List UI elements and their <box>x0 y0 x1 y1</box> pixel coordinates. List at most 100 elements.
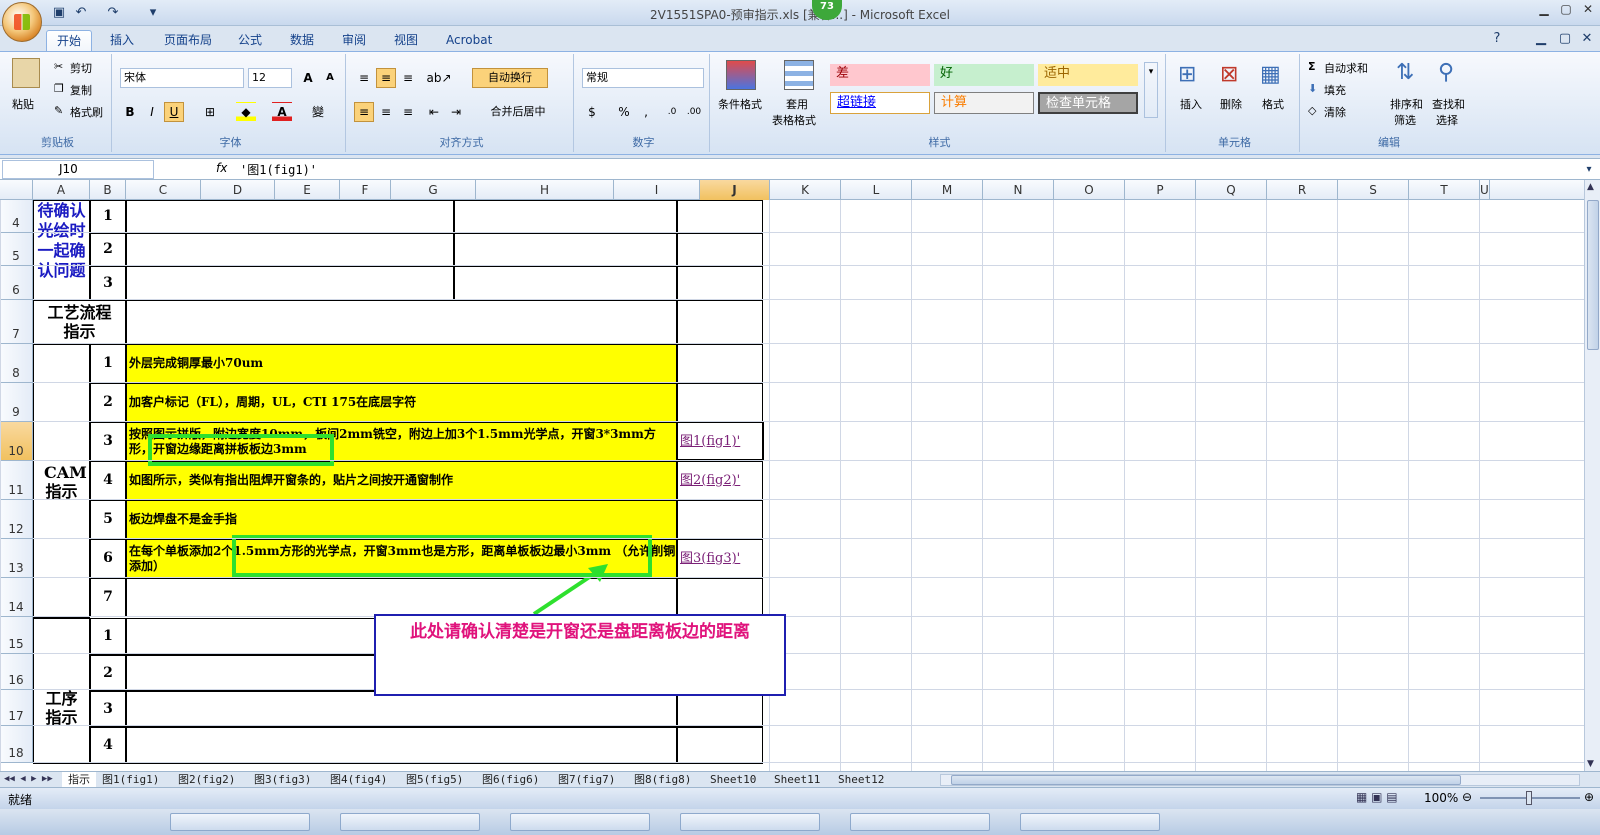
fill-icon[interactable]: ⬇ <box>1308 82 1317 95</box>
cam-num-1[interactable]: 1 <box>90 344 126 383</box>
pending-cell-3a[interactable] <box>126 266 454 300</box>
row-header-15[interactable]: 15 <box>0 617 33 654</box>
format-as-table-icon[interactable] <box>784 60 814 90</box>
vertical-scrollbar[interactable]: ▲ ▼ <box>1584 180 1600 771</box>
pending-cell-3b[interactable] <box>454 266 677 300</box>
proc-num-4[interactable]: 4 <box>90 727 126 764</box>
cam-link-6[interactable]: 图3(fig3)' <box>677 539 763 578</box>
sheet-tab-0[interactable]: 指示 <box>62 772 96 788</box>
column-header-g[interactable]: G <box>391 180 476 200</box>
vertical-scroll-thumb[interactable] <box>1587 200 1599 350</box>
column-header-o[interactable]: O <box>1054 180 1125 200</box>
undo-icon[interactable]: ↶ <box>72 4 90 22</box>
grow-font-icon[interactable]: A <box>298 68 318 88</box>
underline-button[interactable]: U <box>164 102 184 122</box>
pending-cell-2b[interactable] <box>454 233 677 266</box>
taskbar-item-6[interactable] <box>1020 813 1160 831</box>
tab-page-layout[interactable]: 页面布局 <box>154 30 222 51</box>
column-header-m[interactable]: M <box>912 180 983 200</box>
horizontal-scrollbar[interactable] <box>940 774 1580 786</box>
sheet-tab-5[interactable]: 图5(fig5) <box>406 772 463 788</box>
section-procedure-label[interactable]: 工序指示 <box>33 618 90 764</box>
pending-num-3[interactable]: 3 <box>90 266 126 300</box>
pending-cell-1b[interactable] <box>454 200 677 233</box>
row-header-9[interactable]: 9 <box>0 383 33 422</box>
tab-data[interactable]: 数据 <box>280 30 324 51</box>
sheet-tab-2[interactable]: 图2(fig2) <box>178 772 235 788</box>
fill-color-icon[interactable]: ◆ <box>236 102 256 122</box>
select-all-corner[interactable] <box>0 180 33 200</box>
row-header-11[interactable]: 11 <box>0 461 33 500</box>
sheet-tab-7[interactable]: 图7(fig7) <box>558 772 615 788</box>
paste-button[interactable]: 粘贴 <box>12 96 34 112</box>
save-icon[interactable]: ▣ <box>50 4 68 22</box>
proc-num-1[interactable]: 1 <box>90 618 126 655</box>
pending-num-1[interactable]: 1 <box>90 200 126 233</box>
column-header-k[interactable]: K <box>770 180 841 200</box>
row-header-10[interactable]: 10 <box>0 422 33 461</box>
row-header-16[interactable]: 16 <box>0 654 33 690</box>
column-header-d[interactable]: D <box>201 180 275 200</box>
name-box[interactable]: J10 <box>2 160 154 179</box>
style-neutral[interactable]: 适中 <box>1038 64 1138 86</box>
column-header-j[interactable]: J <box>700 180 770 200</box>
clear-button[interactable]: 清除 <box>1324 104 1346 120</box>
expand-formula-icon[interactable]: ▾ <box>1580 161 1598 179</box>
align-left-icon[interactable]: ≡ <box>354 102 374 122</box>
taskbar-item-5[interactable] <box>850 813 990 831</box>
sheet-tab-9[interactable]: Sheet10 <box>710 772 756 788</box>
fx-icon[interactable]: fx <box>216 161 227 175</box>
cam-num-3[interactable]: 3 <box>90 422 126 461</box>
column-header-c[interactable]: C <box>126 180 201 200</box>
align-bottom-icon[interactable]: ≡ <box>398 68 418 88</box>
taskbar-item-1[interactable] <box>170 813 310 831</box>
cam-text-5[interactable]: 板边焊盘不是金手指 <box>126 500 677 539</box>
clear-icon[interactable]: ◇ <box>1308 104 1316 117</box>
sheet-tab-4[interactable]: 图4(fig4) <box>330 772 387 788</box>
row-header-8[interactable]: 8 <box>0 344 33 383</box>
taskbar-item-2[interactable] <box>340 813 480 831</box>
column-header-t[interactable]: T <box>1409 180 1480 200</box>
sheet-tab-3[interactable]: 图3(fig3) <box>254 772 311 788</box>
font-color-icon[interactable]: A <box>272 102 292 122</box>
scroll-down-icon[interactable]: ▼ <box>1587 759 1594 769</box>
row-header-12[interactable]: 12 <box>0 500 33 539</box>
redo-icon[interactable]: ↷ <box>104 4 122 22</box>
tab-review[interactable]: 审阅 <box>332 30 376 51</box>
styles-more-icon[interactable]: ▾ <box>1144 62 1158 118</box>
style-hyperlink[interactable]: 超链接 <box>830 92 930 114</box>
ribbon-close-icon[interactable]: ✕ <box>1578 30 1596 48</box>
ribbon-minimize-icon[interactable]: ▁ <box>1532 30 1550 48</box>
insert-cells-icon[interactable]: ⊞ <box>1178 62 1196 87</box>
tab-view[interactable]: 视图 <box>384 30 428 51</box>
format-as-table-button[interactable]: 套用 <box>786 96 808 112</box>
row-header-17[interactable]: 17 <box>0 690 33 726</box>
percent-icon[interactable]: % <box>614 102 634 122</box>
orientation-icon[interactable]: ab↗ <box>424 68 454 88</box>
phonetic-icon[interactable]: 變 <box>308 102 328 122</box>
help-icon[interactable]: ? <box>1488 30 1506 48</box>
row-header-6[interactable]: 6 <box>0 266 33 300</box>
cam-num-5[interactable]: 5 <box>90 500 126 539</box>
sheet-tab-1[interactable]: 图1(fig1) <box>102 772 159 788</box>
close-icon[interactable]: ✕ <box>1578 2 1598 18</box>
customize-qat-icon[interactable]: ▾ <box>144 4 162 22</box>
column-header-l[interactable]: L <box>841 180 912 200</box>
column-header-r[interactable]: R <box>1267 180 1338 200</box>
conditional-format-button[interactable]: 条件格式 <box>718 96 762 112</box>
fill-button[interactable]: 填充 <box>1324 82 1346 98</box>
taskbar-item-4[interactable] <box>680 813 820 831</box>
style-check-cell[interactable]: 检查单元格 <box>1038 92 1138 114</box>
cam-j-1[interactable] <box>677 344 763 383</box>
cam-link-4[interactable]: 图2(fig2)' <box>677 461 763 500</box>
row-header-14[interactable]: 14 <box>0 578 33 617</box>
zoom-level[interactable]: 100% <box>1424 791 1458 805</box>
column-header-q[interactable]: Q <box>1196 180 1267 200</box>
section-process-label[interactable]: 工艺流程指示 <box>33 300 126 344</box>
insert-cells-button[interactable]: 插入 <box>1180 96 1202 112</box>
column-header-e[interactable]: E <box>275 180 340 200</box>
shrink-font-icon[interactable]: A <box>320 68 340 88</box>
zoom-slider-thumb[interactable] <box>1526 791 1532 805</box>
section-pending-label[interactable]: 待确认光绘时一起确认问题 <box>33 200 90 300</box>
delete-cells-icon[interactable]: ⊠ <box>1220 62 1238 87</box>
